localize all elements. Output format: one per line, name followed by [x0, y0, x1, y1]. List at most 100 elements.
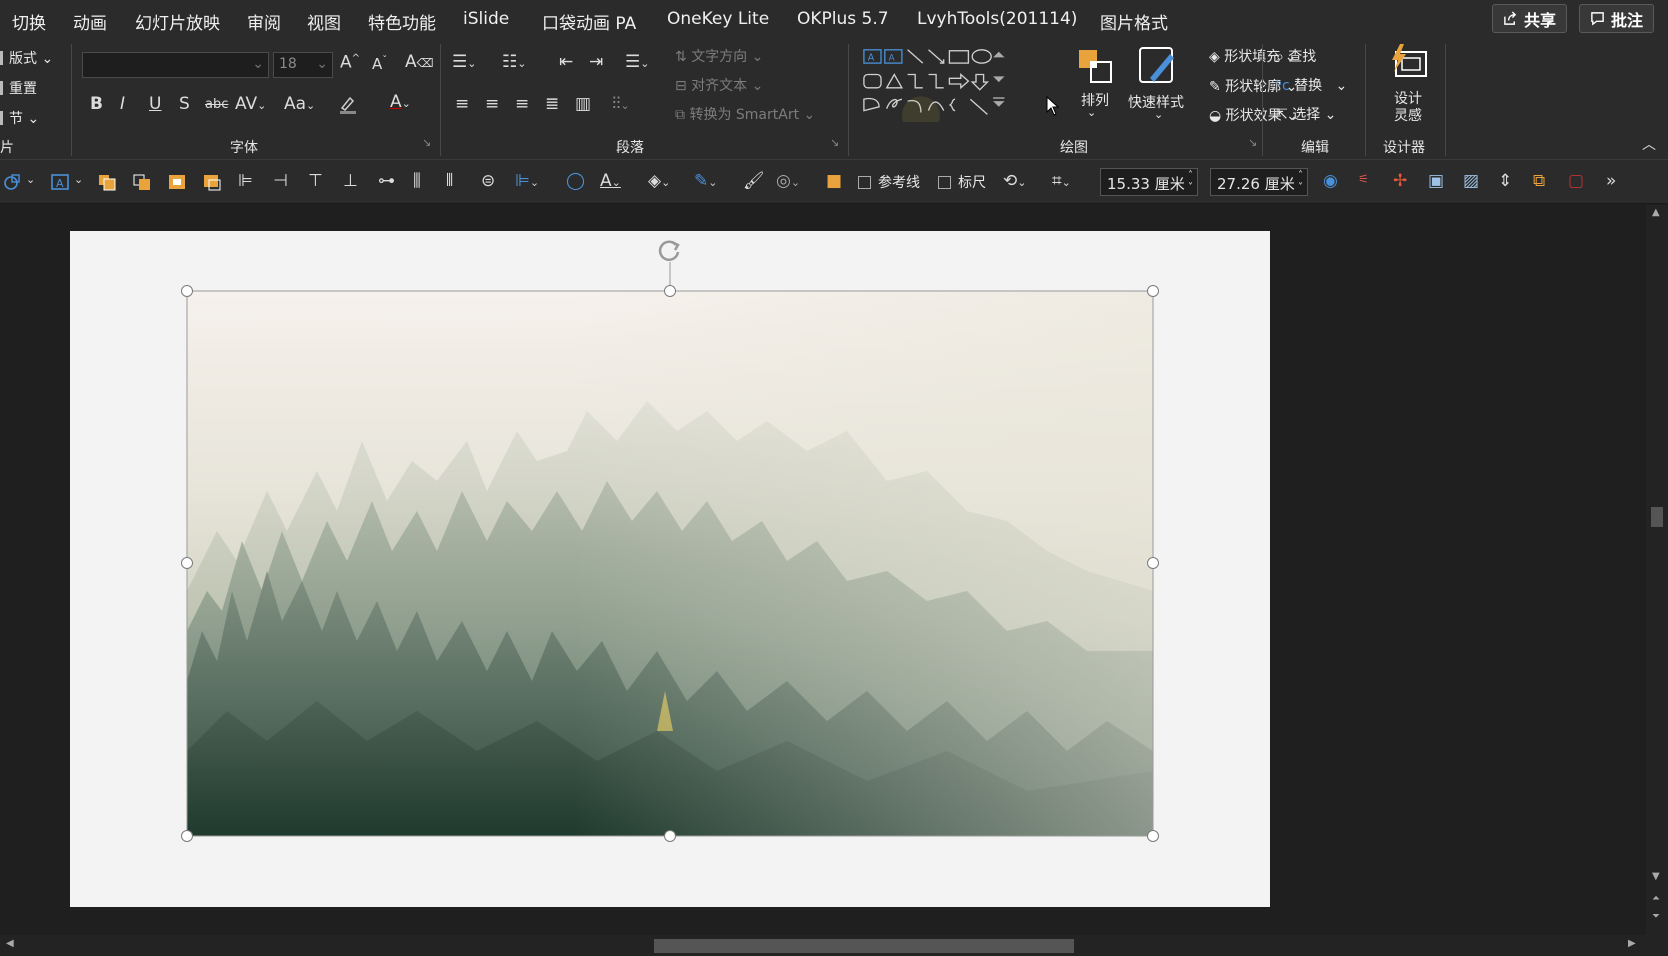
italic-button[interactable]: I: [120, 96, 125, 113]
shrink-font-icon[interactable]: Aˇ: [372, 56, 387, 72]
grow-font-icon[interactable]: A^: [340, 54, 360, 72]
outline-pen-icon[interactable]: ✎⌄: [694, 173, 717, 190]
resize-handle-top[interactable]: [664, 285, 676, 297]
comment-button[interactable]: 批注: [1579, 4, 1655, 33]
rotate-handle-icon[interactable]: [656, 236, 684, 264]
distribute-horizontally-icon[interactable]: ⫼: [413, 173, 421, 190]
resize-handle-bottom[interactable]: [664, 830, 676, 842]
vertical-scroll-thumb[interactable]: [1651, 507, 1663, 527]
picture-icon[interactable]: ▣: [1428, 173, 1444, 190]
scroll-up-icon[interactable]: ▲: [1652, 207, 1660, 218]
horizontal-scrollbar[interactable]: ◀ ▶: [0, 935, 1668, 956]
forest-photo[interactable]: [187, 291, 1153, 836]
bullets-icon[interactable]: ☰⌄: [452, 54, 476, 71]
clear-formatting-icon[interactable]: A⌫: [405, 54, 434, 71]
shape-effects-icon[interactable]: ◎⌄: [776, 173, 800, 190]
convert-smartart-button[interactable]: ⧉ 转换为 SmartArt ⌄: [675, 104, 815, 124]
font-size-combo[interactable]: 18 ⌄: [273, 52, 333, 78]
resize-handle-left[interactable]: [181, 557, 193, 569]
align-center-icon[interactable]: ≡: [485, 96, 499, 113]
tab-review[interactable]: 审阅: [247, 9, 281, 34]
underline-button[interactable]: U: [149, 96, 161, 113]
horizontal-scroll-thumb[interactable]: [654, 939, 1074, 953]
numbering-icon[interactable]: ☷⌄: [502, 54, 526, 71]
resize-handle-top-right[interactable]: [1147, 285, 1159, 297]
shapes-gallery[interactable]: A A: [858, 46, 1018, 122]
align-left-icon[interactable]: ≡: [455, 96, 469, 113]
image-tool-icon[interactable]: ⚟: [1358, 173, 1369, 185]
font-color-button[interactable]: A⌄: [390, 94, 411, 111]
collapse-ribbon-icon[interactable]: ︿: [1642, 138, 1656, 152]
find-button[interactable]: ⌕ 查找: [1276, 46, 1316, 66]
tab-slideshow[interactable]: 幻灯片放映: [135, 9, 220, 34]
resize-handle-top-left[interactable]: [181, 285, 193, 297]
section-button[interactable]: 节 ⌄: [0, 108, 39, 128]
vertical-scrollbar[interactable]: ▲ ▼ ⏶ ⏷: [1646, 205, 1668, 935]
align-left-objects-icon[interactable]: ⊫: [238, 173, 253, 190]
font-name-combo[interactable]: ⌄: [82, 52, 269, 78]
tab-picture-format[interactable]: 图片格式: [1100, 9, 1168, 34]
select-button[interactable]: ⇱ 选择 ⌄: [1276, 104, 1336, 124]
tab-onekey-lite[interactable]: OneKey Lite: [667, 9, 769, 29]
tab-transitions[interactable]: 切换: [12, 9, 46, 34]
split-tool-icon[interactable]: ✢: [1393, 173, 1407, 190]
send-backward-icon[interactable]: [132, 173, 152, 191]
align-right-objects-icon[interactable]: ⊣: [273, 173, 288, 190]
crop-icon[interactable]: ⌗⌄: [1052, 173, 1071, 190]
more-tools-button[interactable]: »: [1606, 173, 1616, 190]
align-text-button[interactable]: ⊟ 对齐文本 ⌄: [675, 75, 763, 95]
picture-crop-icon[interactable]: ▨: [1463, 173, 1479, 190]
quick-styles-button[interactable]: 快速样式 ⌄: [1128, 44, 1198, 128]
resize-handle-bottom-left[interactable]: [181, 830, 193, 842]
circle-outline-icon[interactable]: ◉: [1323, 173, 1338, 190]
tab-lvyhtools[interactable]: LvyhTools(201114): [917, 9, 1077, 29]
line-spacing-icon[interactable]: ☰⌄: [625, 54, 649, 71]
change-case-button[interactable]: Aa⌄: [284, 96, 315, 113]
layout-button[interactable]: 版式 ⌄: [0, 48, 53, 68]
tab-view[interactable]: 视图: [307, 9, 341, 34]
resize-icon[interactable]: ⧉: [1533, 173, 1545, 190]
columns-icon[interactable]: ⫶⫶⌄: [612, 96, 630, 113]
shape-insert-icon[interactable]: [2, 173, 22, 191]
align-top-objects-icon[interactable]: ⊤: [308, 173, 323, 190]
resize-handle-bottom-right[interactable]: [1147, 830, 1159, 842]
resize-handle-right[interactable]: [1147, 557, 1159, 569]
fill-bucket-icon[interactable]: ◈⌄: [648, 173, 670, 190]
bold-button[interactable]: B: [90, 96, 103, 113]
format-painter-icon[interactable]: 🖌: [743, 173, 765, 190]
dropdown-icon[interactable]: ⌄: [74, 174, 83, 185]
distributed-icon[interactable]: ▥: [575, 96, 591, 113]
shape-fill-swatch-icon[interactable]: ■: [826, 173, 842, 190]
height-adjust-icon[interactable]: ⇕: [1498, 173, 1512, 190]
previous-slide-icon[interactable]: ⏶: [1652, 893, 1660, 904]
tab-okplus[interactable]: OKPlus 5.7: [797, 9, 889, 29]
width-spinner[interactable]: 27.26 厘米 ˄ ˅: [1210, 168, 1308, 196]
tab-islide[interactable]: iSlide: [463, 9, 509, 29]
highlight-icon[interactable]: [338, 94, 358, 118]
text-shadow-button[interactable]: S: [179, 96, 190, 113]
distribute-columns-icon[interactable]: ⫴: [446, 173, 453, 190]
scroll-down-icon[interactable]: ▼: [1652, 871, 1660, 882]
bring-forward-icon[interactable]: [97, 173, 117, 191]
share-button[interactable]: 共享: [1492, 4, 1568, 33]
text-color-icon[interactable]: A⌄: [600, 173, 621, 190]
guides-checkbox[interactable]: 参考线: [858, 172, 920, 192]
align-middle-objects-icon[interactable]: ⊶: [378, 173, 395, 190]
increase-indent-icon[interactable]: ⇥: [589, 54, 603, 71]
scroll-left-icon[interactable]: ◀: [6, 938, 14, 949]
circle-shape-icon[interactable]: ◯: [566, 173, 585, 190]
design-ideas-button[interactable]: 设计 灵感: [1380, 42, 1436, 130]
tab-special-features[interactable]: 特色功能: [368, 9, 436, 34]
character-spacing-button[interactable]: AV⌄: [235, 96, 266, 113]
justify-icon[interactable]: ≣: [545, 96, 559, 113]
strikethrough-button[interactable]: abc: [205, 98, 228, 111]
arrange-button[interactable]: 排列 ⌄: [1075, 46, 1123, 126]
distribute-vertically-icon[interactable]: ⊜: [481, 173, 495, 190]
tab-pocket-animation[interactable]: 口袋动画 PA: [542, 9, 636, 34]
replace-button[interactable]: ᵇc 替换 ⌄: [1276, 75, 1347, 95]
height-spinner[interactable]: 15.33 厘米 ˄ ˅: [1100, 168, 1198, 196]
decrease-indent-icon[interactable]: ⇤: [559, 54, 573, 71]
ruler-checkbox[interactable]: 标尺: [938, 172, 986, 192]
rotate-icon[interactable]: ⟲⌄: [1003, 173, 1026, 190]
font-dialog-launcher-icon[interactable]: ↘: [422, 137, 431, 148]
